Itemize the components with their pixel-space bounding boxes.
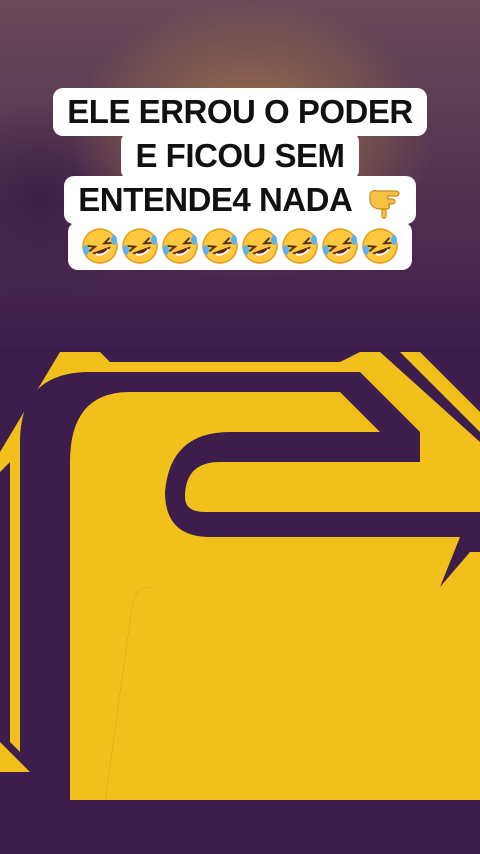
laughing-emoji-icon: [322, 228, 358, 264]
video-frame: [0, 352, 480, 802]
caption-overlay: ELE ERROU O PODER E FICOU SEM ENTENDE4 N…: [0, 88, 480, 270]
caption-line-3: ENTENDE4 NADA: [64, 176, 416, 224]
bottom-area: [0, 800, 480, 854]
laughing-emoji-icon: [122, 228, 158, 264]
laughing-emoji-icon: [362, 228, 398, 264]
laughing-emoji-icon: [162, 228, 198, 264]
laughing-emoji-icon: [282, 228, 318, 264]
caption-line-1: ELE ERROU O PODER: [53, 88, 427, 136]
laughing-emoji-icon: [82, 228, 118, 264]
laughing-emoji-row: [68, 222, 412, 270]
caption-line-3-text: ENTENDE4 NADA: [78, 181, 352, 218]
f-logo-graphic: [0, 352, 480, 802]
pointing-hand-icon: [369, 190, 400, 220]
caption-line-2: E FICOU SEM: [121, 132, 359, 180]
laughing-emoji-icon: [242, 228, 278, 264]
laughing-emoji-icon: [202, 228, 238, 264]
